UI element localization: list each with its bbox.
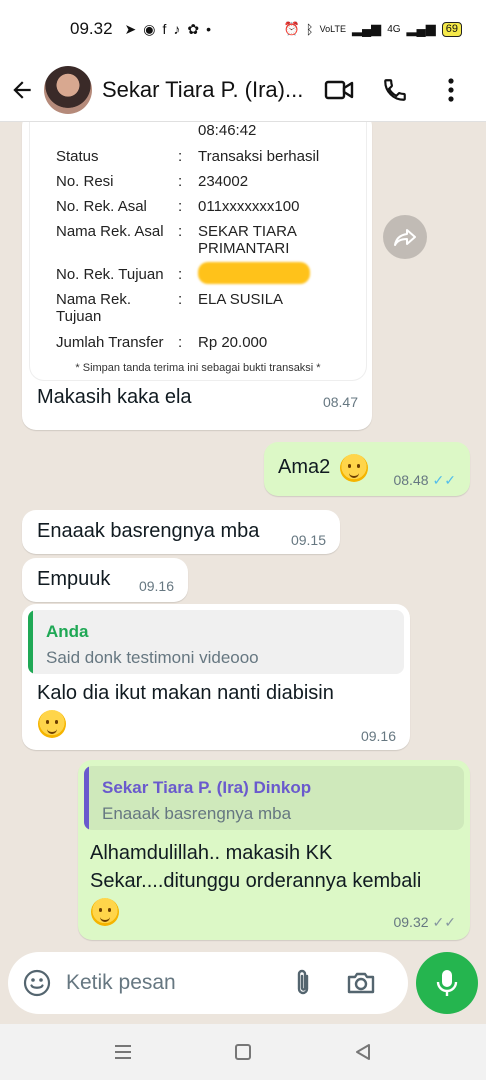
attach-icon[interactable] [288, 968, 318, 998]
incoming-message-bubble[interactable]: Enaaak basrengnya mba 09.15 [22, 510, 340, 554]
redacted-account-number [198, 262, 310, 284]
message-time: 09.15 [290, 532, 326, 548]
status-time: 09.32 [70, 19, 113, 38]
avatar[interactable] [44, 65, 92, 114]
delivered-tick-icon: ✓✓ [432, 914, 456, 930]
chat-area[interactable]: Tanggal 08:46:42 Status : Transaksi berh… [0, 122, 486, 942]
notification-icons: ➤ ◉ f ♪ ✿ • [125, 21, 211, 38]
phone-icon[interactable] [380, 75, 410, 105]
message-text: Empuuk [37, 568, 111, 590]
nav-back-icon[interactable] [348, 1037, 378, 1067]
battery-icon: 69 [441, 21, 462, 37]
receipt-note: * Simpan tanda terima ini sebagai bukti … [75, 362, 321, 374]
forward-icon[interactable] [383, 215, 427, 259]
quoted-message[interactable]: Anda Said donk testimoni videooo [28, 610, 404, 674]
quote-text: Said donk testimoni videooo [46, 648, 259, 667]
time-label: 09.32 [393, 914, 429, 930]
hugging-emoji-icon [91, 898, 119, 926]
message-text: Kalo dia ikut makan nanti diabisin [37, 682, 334, 704]
network-label: 4G [387, 23, 401, 35]
alarm-icon: ⏰ [283, 21, 300, 36]
message-text: Enaaak basrengnya mba [37, 520, 260, 542]
system-icons: ⏰ ᛒ VoLTE ▂▄▆ 4G ▂▄▆ 69 [284, 21, 462, 37]
message-time: 09.32 ✓✓ [393, 914, 456, 931]
quote-bar [28, 610, 33, 674]
volte-label: VoLTE [319, 24, 346, 34]
app-icon: ◉ [143, 20, 156, 37]
nav-home-icon[interactable] [228, 1037, 258, 1067]
message-text-line2: Sekar....ditunggu orderannya kembali [90, 870, 422, 892]
outgoing-reply-bubble[interactable]: Sekar Tiara P. (Ira) Dinkop Enaaak basre… [78, 760, 470, 940]
receipt-message-bubble[interactable]: Tanggal 08:46:42 Status : Transaksi berh… [22, 122, 372, 430]
quoted-message[interactable]: Sekar Tiara P. (Ira) Dinkop Enaaak basre… [84, 766, 464, 830]
contact-name[interactable]: Sekar Tiara P. (Ira)... [102, 77, 324, 103]
hugging-emoji-icon [340, 454, 368, 482]
more-vert-icon[interactable] [436, 75, 466, 105]
message-time: 08.47 [322, 394, 358, 410]
facebook-icon: f [162, 21, 167, 37]
quote-author: Sekar Tiara P. (Ira) Dinkop [102, 778, 312, 797]
quote-author: Anda [46, 622, 89, 641]
message-text: Makasih kaka ela [37, 386, 192, 408]
message-time: 09.16 [138, 578, 174, 594]
input-bar [0, 942, 486, 1024]
quote-bar [84, 766, 89, 830]
chat-header: Sekar Tiara P. (Ira)... [0, 58, 486, 122]
message-text-line1: Alhamdulillah.. makasih KK [90, 842, 333, 864]
back-arrow-icon[interactable] [0, 77, 44, 103]
signal-icon: ▂▄▆ [351, 21, 382, 36]
quote-text: Enaaak basrengnya mba [102, 804, 292, 823]
camera-icon[interactable] [346, 968, 376, 998]
message-text: Ama2 [278, 456, 331, 478]
emoji-icon[interactable] [22, 968, 52, 998]
incoming-message-bubble[interactable]: Empuuk 09.16 [22, 558, 188, 602]
read-tick-icon: ✓✓ [432, 472, 456, 488]
nav-menu-icon[interactable] [108, 1037, 138, 1067]
system-nav-bar [0, 1024, 486, 1080]
mic-icon[interactable] [416, 952, 478, 1014]
signal-icon-2: ▂▄▆ [406, 21, 436, 36]
message-time: 09.16 [360, 728, 396, 744]
outgoing-message-bubble[interactable]: Ama2 08.48 ✓✓ [264, 442, 470, 496]
dot-icon: • [206, 21, 212, 37]
time-label: 08.48 [393, 472, 429, 488]
message-input[interactable] [66, 971, 276, 995]
weary-emoji-icon [38, 710, 66, 738]
message-time: 08.48 ✓✓ [393, 472, 456, 489]
incoming-reply-bubble[interactable]: Anda Said donk testimoni videooo Kalo di… [22, 604, 410, 750]
video-call-icon[interactable] [324, 75, 354, 105]
status-bar: 09.32 ➤ ◉ f ♪ ✿ • ⏰ ᛒ VoLTE ▂▄▆ 4G ▂▄▆ 6… [0, 0, 486, 58]
bluetooth-icon: ᛒ [305, 21, 314, 37]
tiktok-icon: ♪ [173, 21, 181, 37]
message-input-box[interactable] [8, 952, 408, 1014]
messenger-icon: ✿ [187, 20, 200, 37]
telegram-icon: ➤ [124, 20, 137, 37]
receipt-image[interactable]: Tanggal 08:46:42 Status : Transaksi berh… [30, 122, 366, 380]
